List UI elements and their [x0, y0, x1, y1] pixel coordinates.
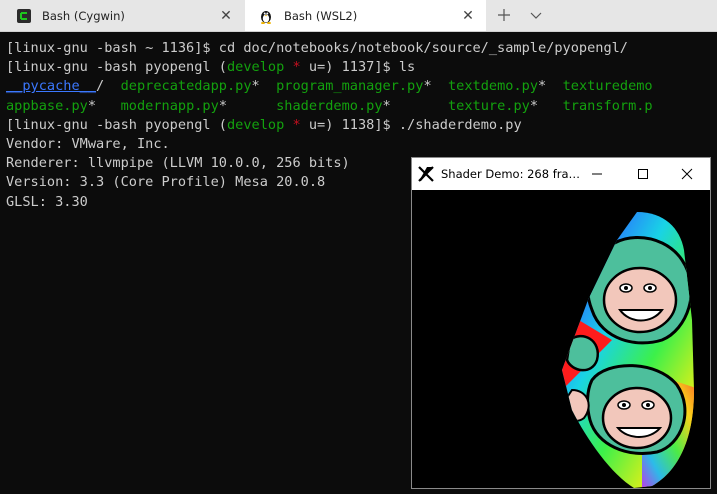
file-entry: transform.p	[562, 97, 653, 114]
chevron-down-icon	[530, 12, 542, 19]
ls-suffix: *	[423, 78, 448, 95]
render-canvas[interactable]	[412, 190, 710, 488]
terminal-line: appbase.py* modernapp.py* shaderdemo.py*…	[6, 97, 717, 116]
cygwin-icon	[16, 8, 32, 24]
terminal-line: [linux-gnu -bash pyopengl (develop * u=)…	[6, 58, 717, 77]
file-entry: modernapp.py	[120, 97, 219, 114]
prompt-text: [linux-gnu -bash pyopengl (	[6, 59, 227, 76]
close-icon[interactable]: ✕	[458, 6, 478, 26]
window-title: Shader Demo: 268 fram…	[441, 167, 581, 181]
ls-suffix: *	[529, 97, 563, 114]
ls-suffix: *	[382, 97, 448, 114]
file-entry: program_manager.py	[276, 78, 424, 95]
terminal-line: __pycache__/ deprecatedapp.py* program_m…	[6, 77, 717, 96]
plus-icon	[498, 9, 510, 21]
tab-label: Bash (Cygwin)	[42, 8, 125, 23]
prompt-text: u=) 1138]$ ./shaderdemo.py	[300, 116, 522, 133]
shader-render-image	[562, 212, 694, 488]
file-entry: texturedemo	[562, 78, 653, 95]
minimize-icon	[592, 173, 602, 175]
file-entry: shaderdemo.py	[276, 97, 383, 114]
minimize-button[interactable]	[574, 158, 620, 190]
close-icon[interactable]: ✕	[216, 6, 236, 26]
ls-suffix: *	[251, 78, 277, 95]
git-branch: develop	[226, 59, 285, 76]
ls-suffix: *	[538, 78, 563, 95]
ls-suffix: *	[87, 97, 121, 114]
close-icon	[681, 168, 693, 180]
prompt-text: [linux-gnu -bash pyopengl (	[6, 116, 227, 133]
terminal-line: Vendor: VMware, Inc.	[6, 135, 170, 152]
tab-bar: Bash (Cygwin) ✕ Bash (WSL2) ✕	[0, 0, 717, 32]
ls-suffix: *	[218, 97, 277, 114]
maximize-icon	[638, 169, 648, 179]
ls-suffix: /	[96, 78, 121, 95]
file-entry: appbase.py	[6, 97, 88, 114]
git-dirty-marker: *	[284, 116, 301, 133]
tab-bash-wsl2[interactable]: Bash (WSL2) ✕	[245, 0, 486, 31]
file-entry: textdemo.py	[448, 78, 539, 95]
linux-penguin-icon	[258, 8, 274, 24]
git-branch: develop	[226, 116, 285, 133]
shader-demo-window[interactable]: Shader Demo: 268 fram…	[411, 157, 711, 489]
terminal-line: [linux-gnu -bash ~ 1136]$ cd doc/noteboo…	[6, 40, 628, 56]
x11-icon	[418, 166, 434, 182]
tab-bash-cygwin[interactable]: Bash (Cygwin) ✕	[0, 0, 244, 31]
new-tab-button[interactable]	[494, 5, 514, 25]
window-titlebar[interactable]: Shader Demo: 268 fram…	[412, 158, 710, 190]
file-entry: deprecatedapp.py	[120, 78, 252, 95]
terminal-line: [linux-gnu -bash pyopengl (develop * u=)…	[6, 116, 717, 135]
close-button[interactable]	[664, 158, 710, 190]
maximize-button[interactable]	[620, 158, 666, 190]
prompt-text: u=) 1137]$ ls	[300, 59, 416, 76]
dir-entry: __pycache__	[6, 78, 97, 95]
tab-label: Bash (WSL2)	[284, 8, 358, 23]
file-entry: texture.py	[448, 97, 530, 114]
git-dirty-marker: *	[284, 59, 301, 76]
tab-dropdown-button[interactable]	[526, 5, 546, 25]
